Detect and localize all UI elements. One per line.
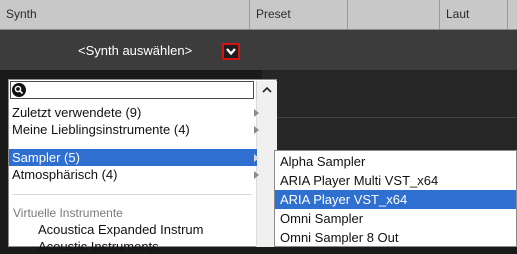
synth-selector-label[interactable]: <Synth auswählen> <box>78 43 192 58</box>
track-divider <box>262 117 517 118</box>
submenu-arrow-icon <box>254 171 259 179</box>
column-header-empty <box>348 0 440 29</box>
search-icon <box>12 83 26 97</box>
column-header-preset[interactable]: Preset <box>250 0 348 29</box>
synth-dropdown-button[interactable] <box>222 43 240 60</box>
track-area <box>262 70 517 150</box>
column-header-extra <box>508 0 517 29</box>
menu-item-recent[interactable]: Zuletzt verwendete (9) <box>9 104 257 121</box>
column-header-laut[interactable]: Laut <box>440 0 508 29</box>
submenu-item-omni-sampler-8[interactable]: Omni Sampler 8 Out <box>275 228 516 247</box>
submenu-item-aria-vst[interactable]: ARIA Player VST_x64 <box>275 190 516 209</box>
menu-item-favorites[interactable]: Meine Lieblingsinstrumente (4) <box>9 121 257 138</box>
menu-divider <box>12 194 252 195</box>
submenu-arrow-icon <box>254 109 259 117</box>
chevron-down-icon <box>226 48 236 56</box>
section-title-virtual-instruments: Virtuelle Instrumente <box>13 206 123 220</box>
submenu-item-alpha-sampler[interactable]: Alpha Sampler <box>275 152 516 171</box>
scroll-up-button[interactable] <box>256 81 277 99</box>
menu-item-acoustica-expanded[interactable]: Acoustica Expanded Instrum <box>38 222 248 237</box>
submenu-arrow-icon <box>254 154 259 162</box>
search-input[interactable] <box>10 81 254 99</box>
column-header-synth[interactable]: Synth <box>0 0 250 29</box>
submenu-arrow-icon <box>254 126 259 134</box>
submenu-item-omni-sampler[interactable]: Omni Sampler <box>275 209 516 228</box>
menu-item-sampler[interactable]: Sampler (5) <box>9 149 257 166</box>
submenu-item-aria-multi[interactable]: ARIA Player Multi VST_x64 <box>275 171 516 190</box>
chevron-up-icon <box>262 86 272 93</box>
menu-item-atmospheric[interactable]: Atmosphärisch (4) <box>9 166 257 183</box>
